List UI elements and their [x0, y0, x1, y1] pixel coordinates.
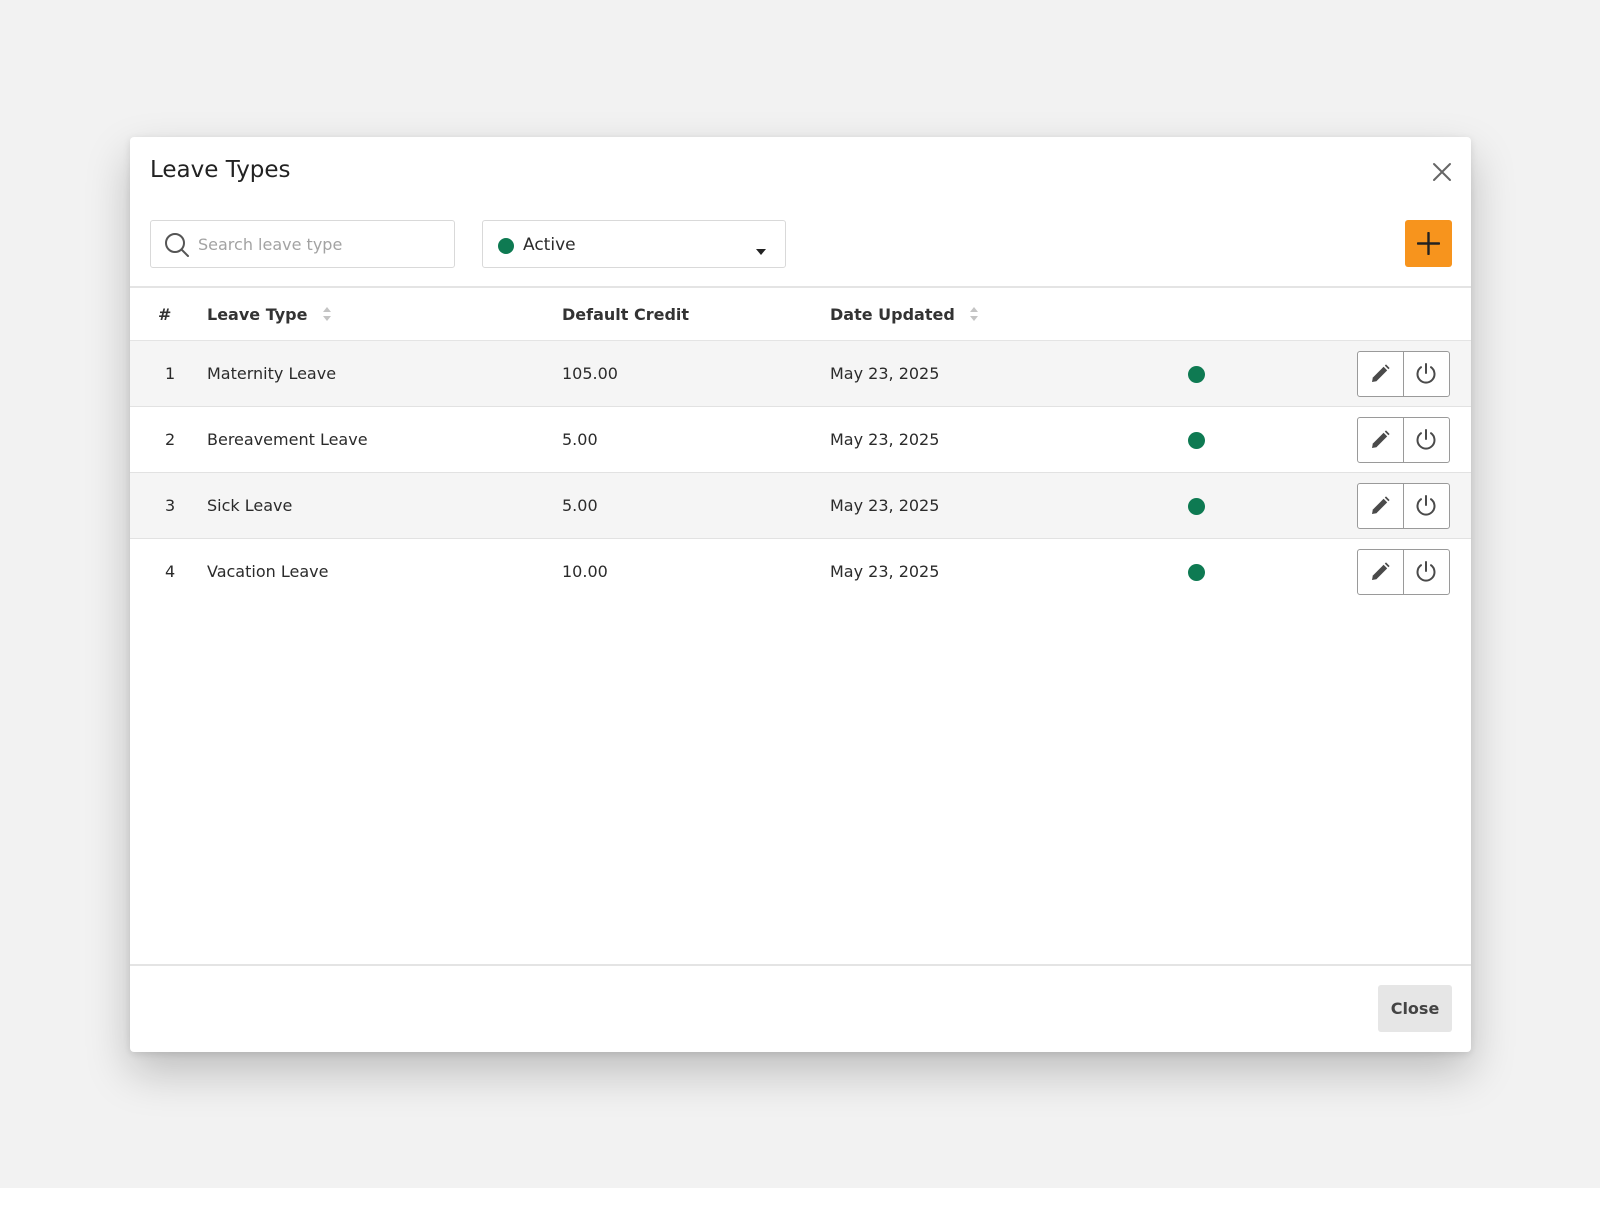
row-actions — [1357, 483, 1450, 529]
default-credit: 5.00 — [562, 430, 598, 449]
row-number: 3 — [165, 496, 176, 515]
table-header: # Leave Type Default Credit Date Updated — [130, 288, 1471, 341]
leave-type-name: Maternity Leave — [207, 364, 337, 383]
active-status-dot — [498, 238, 514, 254]
leave-type-name: Vacation Leave — [207, 562, 329, 581]
default-credit: 5.00 — [562, 496, 598, 515]
status-indicator — [1188, 432, 1205, 449]
search-input[interactable] — [198, 221, 448, 267]
pencil-icon — [1372, 364, 1390, 382]
sort-icon — [970, 307, 979, 321]
edit-button[interactable] — [1358, 550, 1404, 594]
power-icon — [1416, 363, 1436, 384]
default-credit: 10.00 — [562, 562, 608, 581]
status-filter-label: Active — [523, 235, 576, 255]
search-field[interactable] — [150, 220, 455, 268]
table-row: 4 Vacation Leave 10.00 May 23, 2025 — [130, 539, 1471, 605]
edit-button[interactable] — [1358, 352, 1404, 396]
close-icon[interactable] — [1431, 161, 1453, 183]
header-number: # — [158, 305, 172, 324]
row-number: 2 — [165, 430, 176, 449]
power-icon — [1416, 429, 1436, 450]
plus-icon — [1417, 232, 1440, 255]
row-number: 1 — [165, 364, 176, 383]
date-updated: May 23, 2025 — [830, 430, 940, 449]
status-indicator — [1188, 366, 1205, 383]
leave-types-table: # Leave Type Default Credit Date Updated… — [130, 286, 1471, 605]
row-actions — [1357, 549, 1450, 595]
edit-button[interactable] — [1358, 484, 1404, 528]
leave-types-modal: Leave Types Active # Leave Type — [130, 137, 1471, 1052]
pencil-icon — [1372, 496, 1390, 514]
table-row: 3 Sick Leave 5.00 May 23, 2025 — [130, 473, 1471, 539]
status-filter-select[interactable]: Active — [482, 220, 786, 268]
close-button[interactable]: Close — [1378, 985, 1452, 1032]
header-date-updated-label: Date Updated — [830, 305, 955, 324]
power-icon — [1416, 495, 1436, 516]
default-credit: 105.00 — [562, 364, 618, 383]
power-icon — [1416, 561, 1436, 582]
search-icon — [164, 232, 190, 258]
modal-title: Leave Types — [150, 157, 291, 183]
deactivate-button[interactable] — [1404, 418, 1450, 462]
row-actions — [1357, 417, 1450, 463]
date-updated: May 23, 2025 — [830, 496, 940, 515]
header-default-credit: Default Credit — [562, 305, 690, 324]
row-actions — [1357, 351, 1450, 397]
table-row: 1 Maternity Leave 105.00 May 23, 2025 — [130, 341, 1471, 407]
row-number: 4 — [165, 562, 176, 581]
caret-down-icon — [755, 241, 767, 255]
header-leave-type-label: Leave Type — [207, 305, 308, 324]
modal-footer: Close — [130, 964, 1471, 1052]
date-updated: May 23, 2025 — [830, 562, 940, 581]
leave-type-name: Bereavement Leave — [207, 430, 368, 449]
deactivate-button[interactable] — [1404, 550, 1450, 594]
header-date-updated[interactable]: Date Updated — [830, 305, 979, 324]
deactivate-button[interactable] — [1404, 352, 1450, 396]
add-leave-type-button[interactable] — [1405, 220, 1452, 267]
table-row: 2 Bereavement Leave 5.00 May 23, 2025 — [130, 407, 1471, 473]
status-indicator — [1188, 498, 1205, 515]
edit-button[interactable] — [1358, 418, 1404, 462]
pencil-icon — [1372, 562, 1390, 580]
date-updated: May 23, 2025 — [830, 364, 940, 383]
header-leave-type[interactable]: Leave Type — [207, 305, 332, 324]
deactivate-button[interactable] — [1404, 484, 1450, 528]
status-indicator — [1188, 564, 1205, 581]
leave-type-name: Sick Leave — [207, 496, 293, 515]
sort-icon — [323, 307, 332, 321]
pencil-icon — [1372, 430, 1390, 448]
